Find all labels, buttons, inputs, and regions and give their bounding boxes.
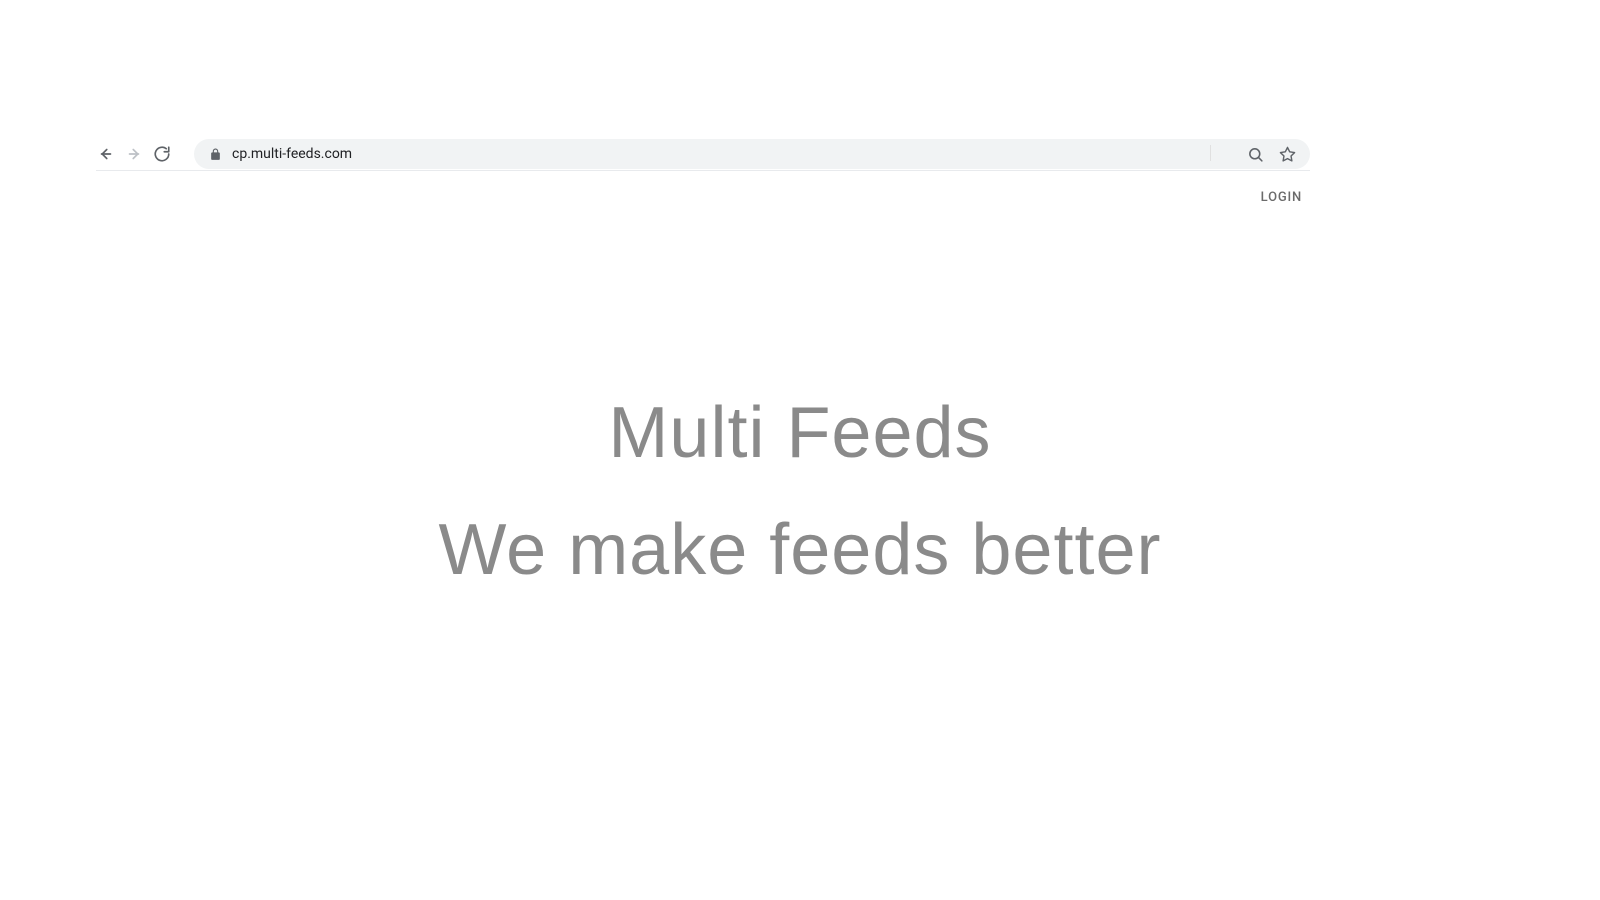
bookmark-icon[interactable] bbox=[1278, 145, 1296, 163]
address-bar[interactable]: cp.multi-feeds.com bbox=[194, 139, 1310, 169]
browser-toolbar: cp.multi-feeds.com bbox=[96, 138, 1310, 170]
reload-button[interactable] bbox=[152, 144, 172, 164]
login-link[interactable]: LOGIN bbox=[1261, 190, 1302, 205]
zoom-icon[interactable] bbox=[1246, 145, 1264, 163]
hero-title: Multi Feeds bbox=[0, 390, 1600, 476]
nav-controls bbox=[96, 144, 184, 164]
page-header: LOGIN bbox=[1261, 186, 1302, 205]
hero-section: Multi Feeds We make feeds better bbox=[0, 390, 1600, 601]
url-text: cp.multi-feeds.com bbox=[232, 146, 1246, 162]
forward-button[interactable] bbox=[124, 144, 144, 164]
toolbar-separator bbox=[1210, 145, 1211, 161]
back-button[interactable] bbox=[96, 144, 116, 164]
hero-subtitle: We make feeds better bbox=[0, 500, 1600, 601]
address-icons-right bbox=[1246, 145, 1296, 163]
lock-icon bbox=[208, 147, 222, 161]
toolbar-divider bbox=[96, 170, 1310, 171]
